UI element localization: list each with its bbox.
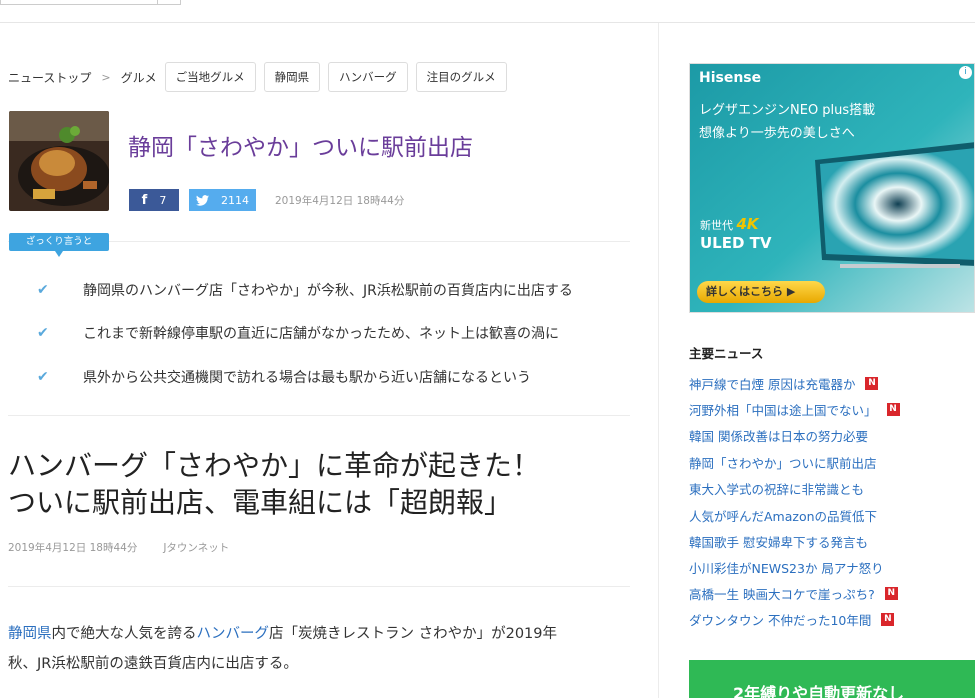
tag-featured-gourmet[interactable]: 注目のグルメ xyxy=(415,62,507,92)
news-item[interactable]: ダウンタウン 不仲だった10年間 N xyxy=(689,610,895,628)
news-item[interactable]: 韓国 関係改善は日本の努力必要 xyxy=(689,426,868,444)
summary-text: 静岡県のハンバーグ店「さわやか」が今秋、JR浜松駅前の百貨店内に出店する xyxy=(83,283,573,299)
twitter-share-button[interactable]: 2114 xyxy=(189,189,256,211)
new-badge: N xyxy=(884,586,898,600)
check-icon: ✔ xyxy=(37,369,49,385)
hisense-advertisement[interactable]: Hisense レグザエンジンNEO plus搭載 想像より一歩先の美しさへ 新… xyxy=(689,63,975,313)
article-headline[interactable]: 静岡「さわやか」ついに駅前出店 xyxy=(128,128,473,162)
body-link-hamburg[interactable]: ハンバーグ xyxy=(197,626,270,642)
ad-info-icon[interactable]: i xyxy=(959,66,972,79)
article-datetime: 2019年4月12日 18時44分 xyxy=(275,195,405,207)
article-source[interactable]: Jタウンネット xyxy=(163,542,229,554)
summary-item: ✔ 静岡県のハンバーグ店「さわやか」が今秋、JR浜松駅前の百貨店内に出店する xyxy=(37,280,573,300)
article-thumbnail xyxy=(9,111,109,211)
twitter-icon xyxy=(196,194,209,206)
summary-label: ざっくり言うと xyxy=(9,233,109,257)
facebook-share-button[interactable]: f 7 xyxy=(129,189,179,211)
news-item[interactable]: 韓国歌手 慰安婦卑下する発言も xyxy=(689,532,868,550)
green-ad-text: 2年縛りや自動更新なし xyxy=(733,684,905,698)
summary-text: これまで新幹線停車駅の直近に店舗がなかったため、ネット上は歓喜の渦に xyxy=(83,326,559,342)
column-divider xyxy=(658,23,659,698)
news-item[interactable]: 神戸線で白煙 原因は充電器か N xyxy=(689,374,879,392)
tag-shizuoka[interactable]: 静岡県 xyxy=(263,62,321,92)
news-item[interactable]: 人気が呼んだAmazonの品質低下 xyxy=(689,506,877,524)
article-title-line2: ついに駅前出店、電車組には「超朗報」 xyxy=(8,486,513,519)
ad-cta-button[interactable]: 詳しくはこちら ▶ xyxy=(697,281,825,303)
summary-item: ✔ これまで新幹線停車駅の直近に店舗がなかったため、ネット上は歓喜の渦に xyxy=(37,323,559,343)
tag-hamburg[interactable]: ハンバーグ xyxy=(328,62,408,92)
tag-local-gourmet[interactable]: ご当地グルメ xyxy=(164,62,256,92)
facebook-icon: f xyxy=(141,192,148,208)
ad-line1: レグザエンジンNEO plus搭載 xyxy=(699,103,876,118)
breadcrumb: ニューストップ > グルメ ご当地グルメ 静岡県 ハンバーグ 注目のグルメ xyxy=(8,62,507,92)
body-text: 内で絶大な人気を誇る xyxy=(51,626,197,642)
summary-item: ✔ 県外から公共交通機関で訪れる場合は最も駅から近い店舗になるという xyxy=(37,367,531,387)
news-item[interactable]: 東大入学式の祝辞に非常識とも xyxy=(689,479,864,497)
news-item[interactable]: 河野外相「中国は途上国でない」 N xyxy=(689,400,900,418)
twitter-count: 2114 xyxy=(221,193,249,207)
breadcrumb-separator: > xyxy=(101,70,111,84)
check-icon: ✔ xyxy=(37,325,49,341)
article-body: 静岡県内で絶大な人気を誇るハンバーグ店「炭焼きレストラン さわやか」が2019年… xyxy=(8,619,630,679)
breadcrumb-home[interactable]: ニューストップ xyxy=(8,69,91,86)
article-title-line1: ハンバーグ「さわやか」に革命が起きた！ xyxy=(8,449,541,482)
news-item[interactable]: 静岡「さわやか」ついに駅前出店 xyxy=(689,453,877,471)
body-link-shizuoka[interactable]: 静岡県 xyxy=(8,626,52,642)
top-bar xyxy=(0,0,975,23)
green-advertisement[interactable]: 2年縛りや自動更新なし xyxy=(689,660,975,698)
ad-line2: 想像より一歩先の美しさへ xyxy=(699,126,855,141)
article-meta-date: 2019年4月12日 18時44分 xyxy=(8,542,138,554)
body-text: 秋、JR浜松駅前の遠鉄百貨店内に出店する。 xyxy=(8,656,298,672)
news-item[interactable]: 小川彩佳がNEWS23か 局アナ怒り xyxy=(689,558,884,576)
search-box[interactable] xyxy=(0,0,158,5)
main-news-heading: 主要ニュース xyxy=(689,346,764,361)
facebook-count: 7 xyxy=(159,193,167,207)
ad-brand: Hisense xyxy=(699,70,762,86)
new-badge: N xyxy=(881,612,895,626)
news-item[interactable]: 高橋一生 映画大コケで崖っぷち? N xyxy=(689,584,898,602)
breadcrumb-category[interactable]: グルメ xyxy=(121,69,157,86)
section-divider xyxy=(8,415,630,416)
new-badge: N xyxy=(886,402,900,416)
article-title: ハンバーグ「さわやか」に革命が起きた！ ついに駅前出店、電車組には「超朗報」 xyxy=(8,447,540,521)
check-icon: ✔ xyxy=(37,282,49,298)
section-divider xyxy=(8,586,630,587)
body-text: 店「炭焼きレストラン さわやか」が2019年 xyxy=(269,626,558,642)
search-button[interactable] xyxy=(157,0,181,5)
ad-uled-logo: ULED TV xyxy=(700,234,772,252)
ad-new-4k: 新世代 4K xyxy=(700,215,759,233)
new-badge: N xyxy=(865,376,879,390)
summary-text: 県外から公共交通機関で訪れる場合は最も駅から近い店舗になるという xyxy=(83,370,531,386)
article-meta: 2019年4月12日 18時44分 Jタウンネット xyxy=(8,540,229,555)
